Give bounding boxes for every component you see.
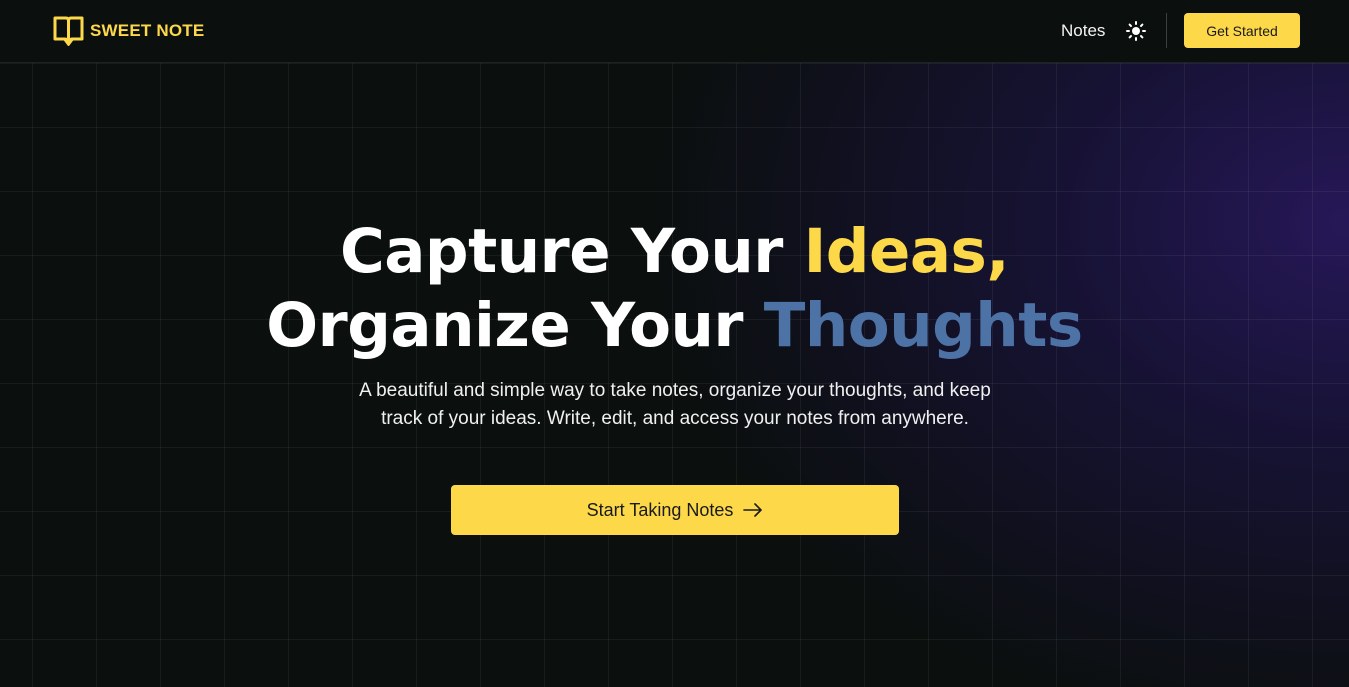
site-header: SWEET NOTE Notes Get Started (0, 0, 1349, 63)
headline-line1-text: Capture Your (340, 216, 804, 287)
headline-highlight-thoughts: Thoughts (763, 290, 1083, 361)
headline-line-2: Organize Your Thoughts (0, 289, 1349, 363)
headline-line2-text: Organize Your (266, 290, 764, 361)
brand-logo-link[interactable]: SWEET NOTE (52, 15, 204, 47)
arrow-right-icon (743, 503, 763, 517)
open-book-icon (53, 16, 84, 46)
start-taking-notes-button[interactable]: Start Taking Notes (451, 485, 899, 535)
get-started-button[interactable]: Get Started (1184, 13, 1300, 48)
headline-line-1: Capture Your Ideas, (0, 215, 1349, 289)
landing-page: SWEET NOTE Notes Get Started Capture You… (0, 0, 1349, 687)
cta-label: Start Taking Notes (586, 499, 734, 520)
theme-toggle-button[interactable] (1124, 19, 1148, 43)
nav-link-notes[interactable]: Notes (1061, 21, 1105, 41)
header-divider (1166, 13, 1167, 48)
headline-highlight-ideas: Ideas, (803, 216, 1010, 287)
hero-subtitle: A beautiful and simple way to take notes… (359, 380, 991, 429)
sun-icon (1126, 21, 1146, 41)
hero-section: Capture Your Ideas, Organize Your Though… (0, 63, 1349, 687)
hero-headline: Capture Your Ideas, Organize Your Though… (0, 215, 1349, 363)
brand-name: SWEET NOTE (90, 21, 205, 40)
